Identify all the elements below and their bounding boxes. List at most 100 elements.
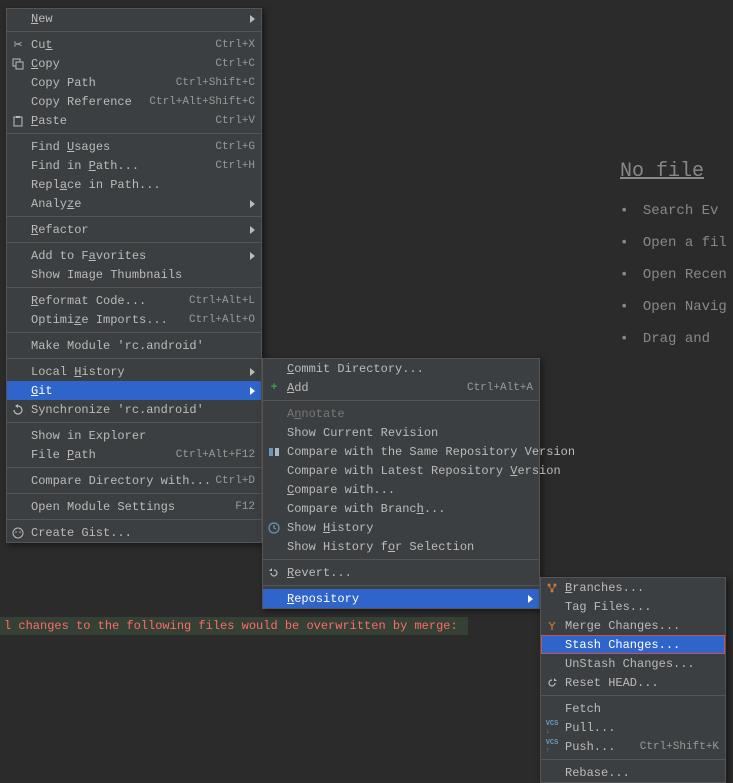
- diff-icon: [267, 445, 281, 459]
- console-error-line: l changes to the following files would b…: [0, 617, 468, 635]
- shortcut: Ctrl+Alt+A: [467, 382, 533, 394]
- menu-fetch[interactable]: Fetch: [541, 699, 725, 718]
- menu-separator: [263, 400, 539, 401]
- submenu-arrow-icon: [528, 595, 533, 603]
- context-menu-main: New ✂ Cut Ctrl+X Copy Ctrl+C Copy Path C…: [6, 8, 262, 543]
- menu-merge-changes[interactable]: Merge Changes...: [541, 616, 725, 635]
- vcs-push-icon: VCS↑: [545, 740, 559, 754]
- menu-copy[interactable]: Copy Ctrl+C: [7, 54, 261, 73]
- clipboard-icon: [11, 114, 25, 128]
- menu-refactor[interactable]: Refactor: [7, 220, 261, 239]
- menu-add[interactable]: + Add Ctrl+Alt+A: [263, 378, 539, 397]
- menu-replace-in-path[interactable]: Replace in Path...: [7, 175, 261, 194]
- menu-separator: [7, 133, 261, 134]
- menu-analyze[interactable]: Analyze: [7, 194, 261, 213]
- plus-icon: +: [267, 381, 281, 395]
- menu-separator: [7, 31, 261, 32]
- shortcut: Ctrl+V: [215, 115, 255, 127]
- menu-compare-directory[interactable]: Compare Directory with... Ctrl+D: [7, 471, 261, 490]
- menu-compare-branch[interactable]: Compare with Branch...: [263, 499, 539, 518]
- shortcut: F12: [235, 501, 255, 513]
- hint-item: Open Recen: [620, 267, 733, 283]
- clock-icon: [267, 521, 281, 535]
- menu-unstash-changes[interactable]: UnStash Changes...: [541, 654, 725, 673]
- menu-show-thumbnails[interactable]: Show Image Thumbnails: [7, 265, 261, 284]
- menu-cut[interactable]: ✂ Cut Ctrl+X: [7, 35, 261, 54]
- shortcut: Ctrl+Alt+O: [189, 314, 255, 326]
- shortcut: Ctrl+Alt+F12: [176, 449, 255, 461]
- menu-open-module-settings[interactable]: Open Module Settings F12: [7, 497, 261, 516]
- menu-compare-latest-repo[interactable]: Compare with Latest Repository Version: [263, 461, 539, 480]
- menu-separator: [7, 216, 261, 217]
- menu-file-path[interactable]: File Path Ctrl+Alt+F12: [7, 445, 261, 464]
- menu-show-current-revision[interactable]: Show Current Revision: [263, 423, 539, 442]
- revert-icon: [267, 566, 281, 580]
- menu-local-history[interactable]: Local History: [7, 362, 261, 381]
- menu-separator: [7, 358, 261, 359]
- menu-synchronize[interactable]: Synchronize 'rc.android': [7, 400, 261, 419]
- menu-find-in-path[interactable]: Find in Path... Ctrl+H: [7, 156, 261, 175]
- menu-separator: [7, 422, 261, 423]
- menu-annotate[interactable]: Annotate: [263, 404, 539, 423]
- menu-reset-head[interactable]: Reset HEAD...: [541, 673, 725, 692]
- menu-find-usages[interactable]: Find Usages Ctrl+G: [7, 137, 261, 156]
- no-file-title: No file: [620, 160, 733, 183]
- scissors-icon: ✂: [11, 38, 25, 52]
- menu-separator: [7, 493, 261, 494]
- shortcut: Ctrl+H: [215, 160, 255, 172]
- menu-git[interactable]: Git: [7, 381, 261, 400]
- menu-commit-directory[interactable]: Commit Directory...: [263, 359, 539, 378]
- menu-rebase[interactable]: Rebase...: [541, 763, 725, 782]
- menu-separator: [7, 332, 261, 333]
- shortcut: Ctrl+Alt+L: [189, 295, 255, 307]
- submenu-arrow-icon: [250, 226, 255, 234]
- menu-create-gist[interactable]: Create Gist...: [7, 523, 261, 542]
- menu-compare-with[interactable]: Compare with...: [263, 480, 539, 499]
- menu-repository[interactable]: Repository: [263, 589, 539, 608]
- menu-separator: [541, 695, 725, 696]
- context-menu-git: Commit Directory... + Add Ctrl+Alt+A Ann…: [262, 358, 540, 609]
- submenu-arrow-icon: [250, 15, 255, 23]
- hint-item: Open Navig: [620, 299, 733, 315]
- branches-icon: [545, 581, 559, 595]
- menu-pull[interactable]: VCS↓ Pull...: [541, 718, 725, 737]
- menu-paste[interactable]: Paste Ctrl+V: [7, 111, 261, 130]
- vcs-pull-icon: VCS↓: [545, 721, 559, 735]
- menu-show-in-explorer[interactable]: Show in Explorer: [7, 426, 261, 445]
- menu-copy-path[interactable]: Copy Path Ctrl+Shift+C: [7, 73, 261, 92]
- menu-push[interactable]: VCS↑ Push... Ctrl+Shift+K: [541, 737, 725, 756]
- menu-new[interactable]: New: [7, 9, 261, 28]
- menu-separator: [541, 759, 725, 760]
- shortcut: Ctrl+G: [215, 141, 255, 153]
- context-menu-repository: Branches... Tag Files... Merge Changes..…: [540, 577, 726, 783]
- github-icon: [11, 526, 25, 540]
- menu-separator: [263, 559, 539, 560]
- submenu-arrow-icon: [250, 252, 255, 260]
- menu-make-module[interactable]: Make Module 'rc.android': [7, 336, 261, 355]
- shortcut: Ctrl+Shift+K: [640, 741, 719, 753]
- menu-reformat-code[interactable]: Reformat Code... Ctrl+Alt+L: [7, 291, 261, 310]
- shortcut: Ctrl+D: [215, 475, 255, 487]
- menu-show-history-selection[interactable]: Show History for Selection: [263, 537, 539, 556]
- menu-show-history[interactable]: Show History: [263, 518, 539, 537]
- menu-stash-changes[interactable]: Stash Changes...: [541, 635, 725, 654]
- shortcut: Ctrl+C: [215, 58, 255, 70]
- sync-icon: [11, 403, 25, 417]
- reset-icon: [545, 676, 559, 690]
- menu-copy-reference[interactable]: Copy Reference Ctrl+Alt+Shift+C: [7, 92, 261, 111]
- hint-item: Drag and: [620, 331, 733, 347]
- menu-tag-files[interactable]: Tag Files...: [541, 597, 725, 616]
- menu-optimize-imports[interactable]: Optimize Imports... Ctrl+Alt+O: [7, 310, 261, 329]
- submenu-arrow-icon: [250, 368, 255, 376]
- submenu-arrow-icon: [250, 200, 255, 208]
- menu-compare-same-repo[interactable]: Compare with the Same Repository Version: [263, 442, 539, 461]
- menu-separator: [7, 519, 261, 520]
- hint-item: Search Ev: [620, 203, 733, 219]
- copy-icon: [11, 57, 25, 71]
- menu-branches[interactable]: Branches...: [541, 578, 725, 597]
- submenu-arrow-icon: [250, 387, 255, 395]
- shortcut: Ctrl+X: [215, 39, 255, 51]
- shortcut: Ctrl+Shift+C: [176, 77, 255, 89]
- menu-revert[interactable]: Revert...: [263, 563, 539, 582]
- menu-add-favorites[interactable]: Add to Favorites: [7, 246, 261, 265]
